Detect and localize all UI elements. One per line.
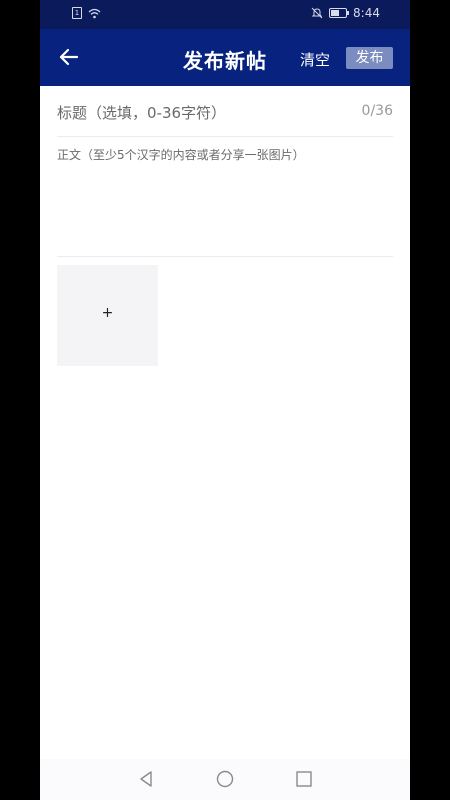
wifi-icon [88, 8, 101, 18]
recents-square-icon[interactable] [295, 770, 313, 788]
top-app-bar: 发布新帖 清空 发布 [40, 29, 410, 86]
battery-icon [329, 8, 350, 18]
body-field[interactable]: 正文（至少5个汉字的内容或者分享一张图片） [57, 136, 393, 257]
app-screen: 1 8:44 发布新帖 清空 发布 标题（选填，0-36字符） 0/36 正文（… [40, 0, 410, 800]
publish-button[interactable]: 发布 [346, 47, 393, 69]
home-circle-icon[interactable] [216, 770, 234, 788]
sim-card-icon: 1 [72, 7, 82, 19]
add-image-button[interactable]: + [57, 265, 158, 366]
plus-icon: + [101, 305, 114, 321]
battery-level-fill [331, 10, 340, 16]
title-field[interactable]: 标题（选填，0-36字符） 0/36 [57, 86, 393, 137]
status-time: 8:44 [353, 6, 380, 20]
title-input[interactable]: 标题（选填，0-36字符） [57, 102, 226, 123]
body-textarea[interactable]: 正文（至少5个汉字的内容或者分享一张图片） [57, 146, 305, 163]
title-char-counter: 0/36 [361, 103, 393, 119]
mute-bell-icon [311, 7, 323, 19]
status-bar: 1 8:44 [40, 0, 410, 29]
clear-button[interactable]: 清空 [300, 49, 330, 70]
back-triangle-icon[interactable] [137, 770, 155, 788]
system-nav-bar [40, 759, 410, 800]
